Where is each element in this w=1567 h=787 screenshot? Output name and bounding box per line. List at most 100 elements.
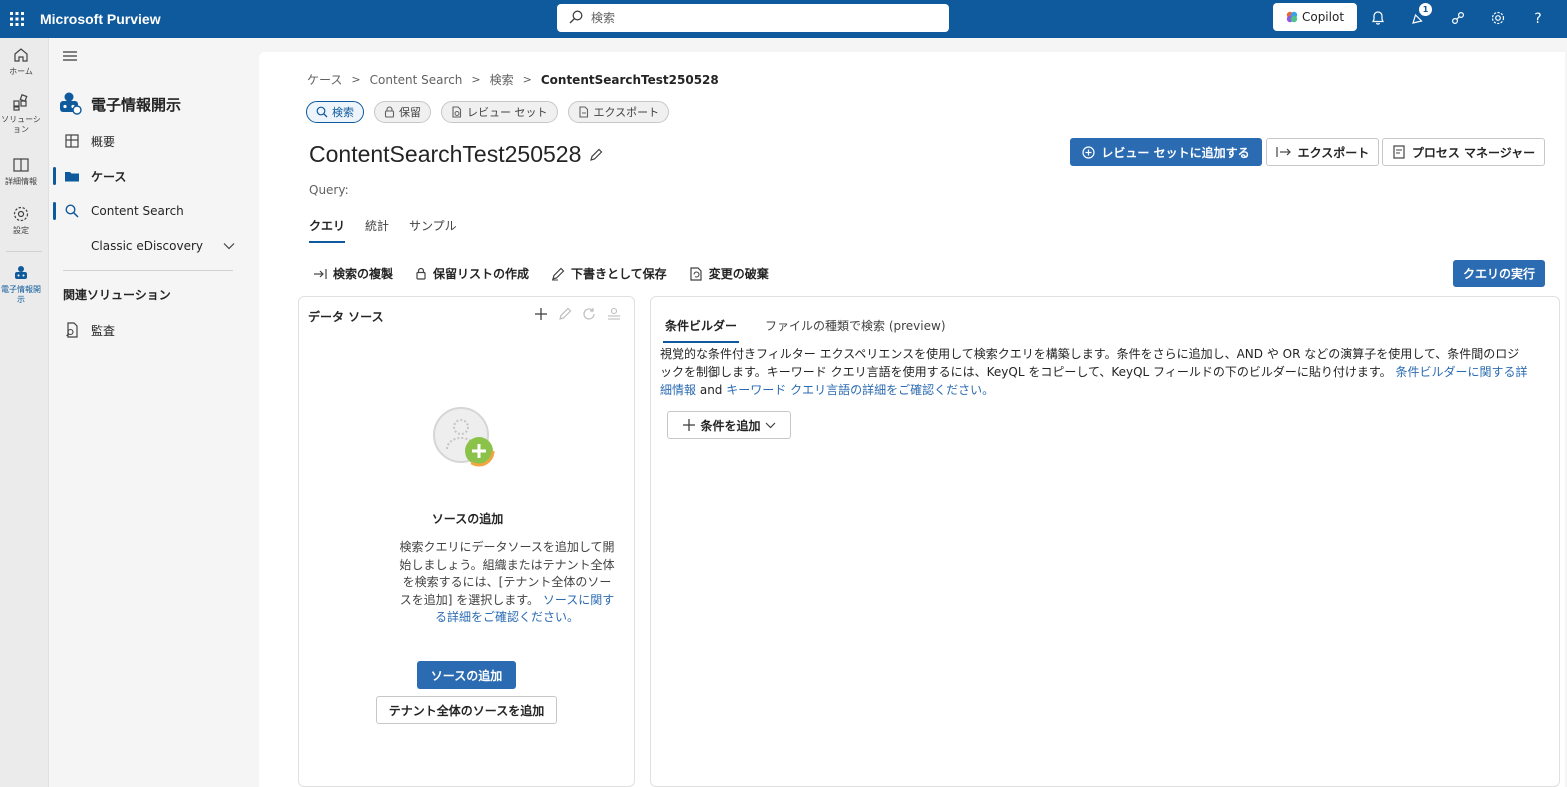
nav-item-cases[interactable]: ケース xyxy=(53,161,239,191)
tab-condition-builder[interactable]: 条件ビルダー xyxy=(663,317,740,343)
copilot-icon xyxy=(1286,11,1298,23)
add-circle-icon xyxy=(1082,145,1101,159)
lock-icon xyxy=(384,106,399,118)
copilot-button[interactable]: Copilot xyxy=(1273,3,1357,31)
rail-item-learn[interactable]: 詳細情報 xyxy=(0,156,42,187)
search-icon xyxy=(63,204,81,218)
workflow-pills: 検索 保留 レビュー セット エクスポート xyxy=(306,101,679,123)
global-search[interactable] xyxy=(557,4,949,32)
button-label: レビュー セットに追加する xyxy=(1101,145,1250,160)
rail-item-settings[interactable]: 設定 xyxy=(0,205,42,236)
related-solutions-title: 関連ソリューション xyxy=(63,288,171,302)
query-toolbar: 検索の複製 保留リストの作成 下書きとして保存 変更の破棄 xyxy=(313,265,791,282)
button-label: プロセス マネージャー xyxy=(1411,145,1536,160)
review-set-icon xyxy=(451,106,467,118)
rail-label: ソリューション xyxy=(1,115,41,134)
data-source-panel: データ ソース ソースの追加 検索クエリにデータソースを追加して開始しましょう。… xyxy=(298,296,635,787)
rail-item-ediscovery[interactable]: 電子情報開示 xyxy=(0,264,42,305)
folder-icon xyxy=(63,169,81,183)
pill-export[interactable]: エクスポート xyxy=(567,101,670,123)
selection-indicator xyxy=(53,167,56,185)
nav-item-label: Content Search xyxy=(91,204,184,218)
process-manager-icon xyxy=(1392,145,1412,159)
gear-icon[interactable] xyxy=(1486,6,1510,30)
conjunction-text: and xyxy=(699,383,723,397)
nav-item-classic-ediscovery[interactable]: Classic eDiscovery xyxy=(53,231,239,261)
rail-item-home[interactable]: ホーム xyxy=(0,46,42,77)
pill-review-set[interactable]: レビュー セット xyxy=(441,101,558,123)
chevron-right-icon: > xyxy=(522,73,532,86)
tab-query[interactable]: クエリ xyxy=(309,217,346,243)
tab-statistics[interactable]: 統計 xyxy=(365,217,389,243)
duplicate-search-button[interactable]: 検索の複製 xyxy=(313,265,393,282)
nav-item-label: ケース xyxy=(91,169,127,184)
refresh-icon[interactable] xyxy=(582,307,596,321)
hamburger-icon[interactable] xyxy=(63,50,77,65)
nav-header-title: 電子情報開示 xyxy=(91,96,182,114)
data-source-actions xyxy=(524,307,622,321)
chevron-right-icon: > xyxy=(471,73,481,86)
duplicate-icon xyxy=(313,268,333,280)
rail-label: ホーム xyxy=(9,67,33,76)
chevron-down-icon[interactable] xyxy=(223,242,235,250)
app-launcher-icon[interactable] xyxy=(4,12,30,26)
tab-file-type-search[interactable]: ファイルの種類で検索 (preview) xyxy=(763,317,947,343)
add-source-button[interactable]: ソースの追加 xyxy=(417,661,516,689)
nav-item-overview[interactable]: 概要 xyxy=(53,126,239,156)
audit-icon xyxy=(63,322,81,338)
discard-changes-button[interactable]: 変更の破棄 xyxy=(689,265,769,282)
tab-sample[interactable]: サンプル xyxy=(409,217,457,243)
pencil-icon[interactable] xyxy=(558,307,572,321)
help-icon[interactable]: ? xyxy=(1526,6,1550,30)
settings-icon xyxy=(0,205,42,223)
nav-item-label: Classic eDiscovery xyxy=(91,239,203,253)
lock-icon xyxy=(415,267,433,280)
query-label: Query: xyxy=(309,183,349,197)
add-tenant-source-button[interactable]: テナント全体のソースを追加 xyxy=(376,696,557,724)
search-icon xyxy=(316,106,332,118)
save-draft-button[interactable]: 下書きとして保存 xyxy=(551,265,667,282)
export-icon xyxy=(578,106,594,118)
breadcrumb-item-content-search[interactable]: Content Search xyxy=(370,73,463,87)
add-to-review-set-button[interactable]: レビュー セットに追加する xyxy=(1070,138,1262,166)
manage-sources-icon[interactable] xyxy=(606,307,622,321)
nav-item-label: 監査 xyxy=(91,323,116,338)
tool-label: 変更の破棄 xyxy=(708,267,769,281)
chevron-down-icon xyxy=(761,422,780,429)
search-input[interactable] xyxy=(591,11,931,25)
create-hold-list-button[interactable]: 保留リストの作成 xyxy=(415,265,529,282)
rail-item-solutions[interactable]: ソリューション xyxy=(0,94,42,135)
whats-new-icon[interactable]: 1 xyxy=(1406,3,1432,30)
breadcrumb-item-cases[interactable]: ケース xyxy=(307,71,342,88)
chevron-right-icon: > xyxy=(351,73,361,86)
run-query-button[interactable]: クエリの実行 xyxy=(1453,260,1545,287)
data-source-title: データ ソース xyxy=(308,310,384,324)
learn-icon xyxy=(0,156,42,174)
page-title-text: ContentSearchTest250528 xyxy=(309,141,582,167)
nav-divider xyxy=(63,270,233,271)
nav-pane: 電子情報開示 概要 ケース Content Search Classic eDi… xyxy=(49,38,249,787)
pill-hold[interactable]: 保留 xyxy=(374,101,431,123)
nav-item-label: 概要 xyxy=(91,134,116,149)
nav-header: 電子情報開示 xyxy=(57,90,181,119)
add-condition-button[interactable]: 条件を追加 xyxy=(667,411,791,439)
process-manager-button[interactable]: プロセス マネージャー xyxy=(1382,138,1545,166)
breadcrumb-item-current: ContentSearchTest250528 xyxy=(540,72,719,87)
nav-item-content-search[interactable]: Content Search xyxy=(53,196,239,226)
top-bar: Microsoft Purview Copilot 1 ? xyxy=(0,0,1567,38)
export-button[interactable]: エクスポート xyxy=(1266,138,1379,166)
overview-icon xyxy=(63,134,81,148)
connections-icon[interactable] xyxy=(1446,6,1470,30)
app-title[interactable]: Microsoft Purview xyxy=(40,11,161,27)
pill-search[interactable]: 検索 xyxy=(306,101,364,123)
tool-label: 下書きとして保存 xyxy=(571,267,667,281)
bell-icon[interactable] xyxy=(1366,6,1390,30)
breadcrumb-item-search[interactable]: 検索 xyxy=(490,71,514,88)
add-icon[interactable] xyxy=(534,307,548,321)
nav-item-audit[interactable]: 監査 xyxy=(53,315,239,345)
keyql-details-link[interactable]: キーワード クエリ言語の詳細をご確認ください。 xyxy=(726,383,994,397)
query-builder-tabs: 条件ビルダー ファイルの種類で検索 (preview) xyxy=(663,317,972,343)
pencil-icon[interactable] xyxy=(589,148,603,162)
button-label: エクスポート xyxy=(1297,145,1370,160)
add-source-illustration-icon xyxy=(433,405,499,474)
